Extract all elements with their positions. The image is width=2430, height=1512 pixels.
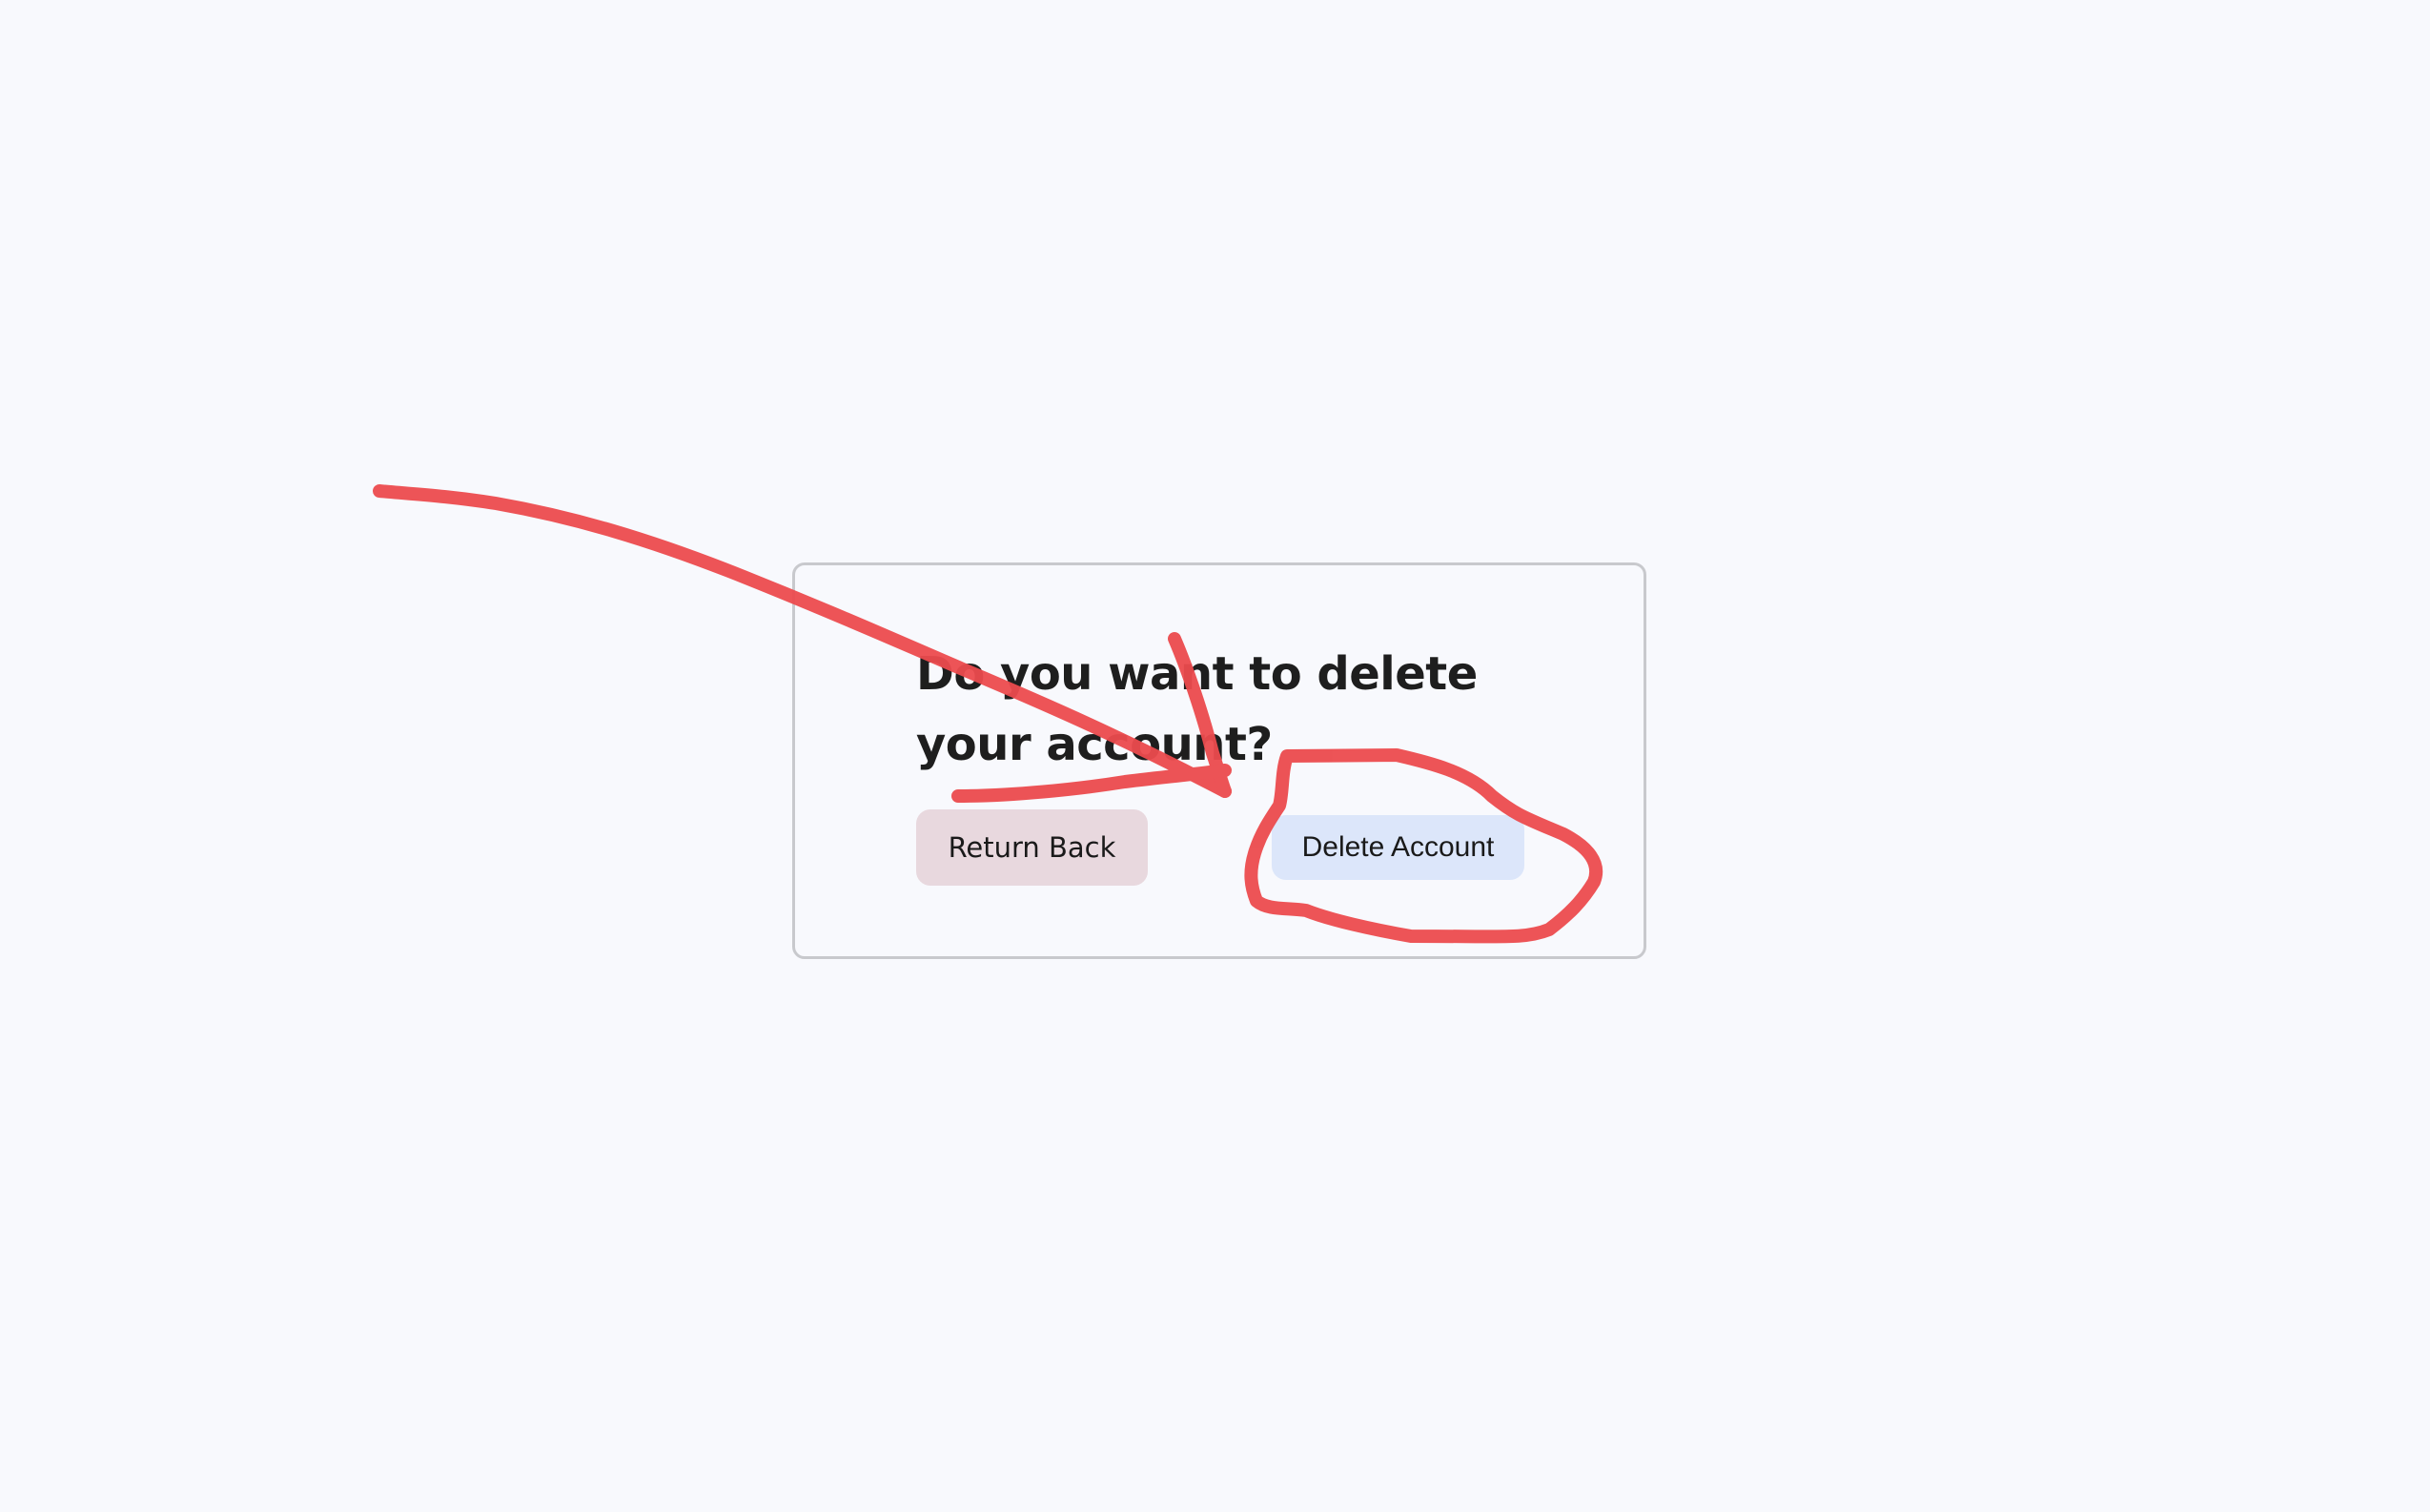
dialog-title: Do you want to delete your account? [916, 639, 1526, 780]
dialog-title-line-2: your account? [916, 718, 1273, 771]
return-back-button[interactable]: Return Back [916, 809, 1148, 886]
delete-account-button[interactable]: Delete Account [1272, 815, 1524, 880]
dialog-title-line-1: Do you want to delete [916, 647, 1478, 701]
